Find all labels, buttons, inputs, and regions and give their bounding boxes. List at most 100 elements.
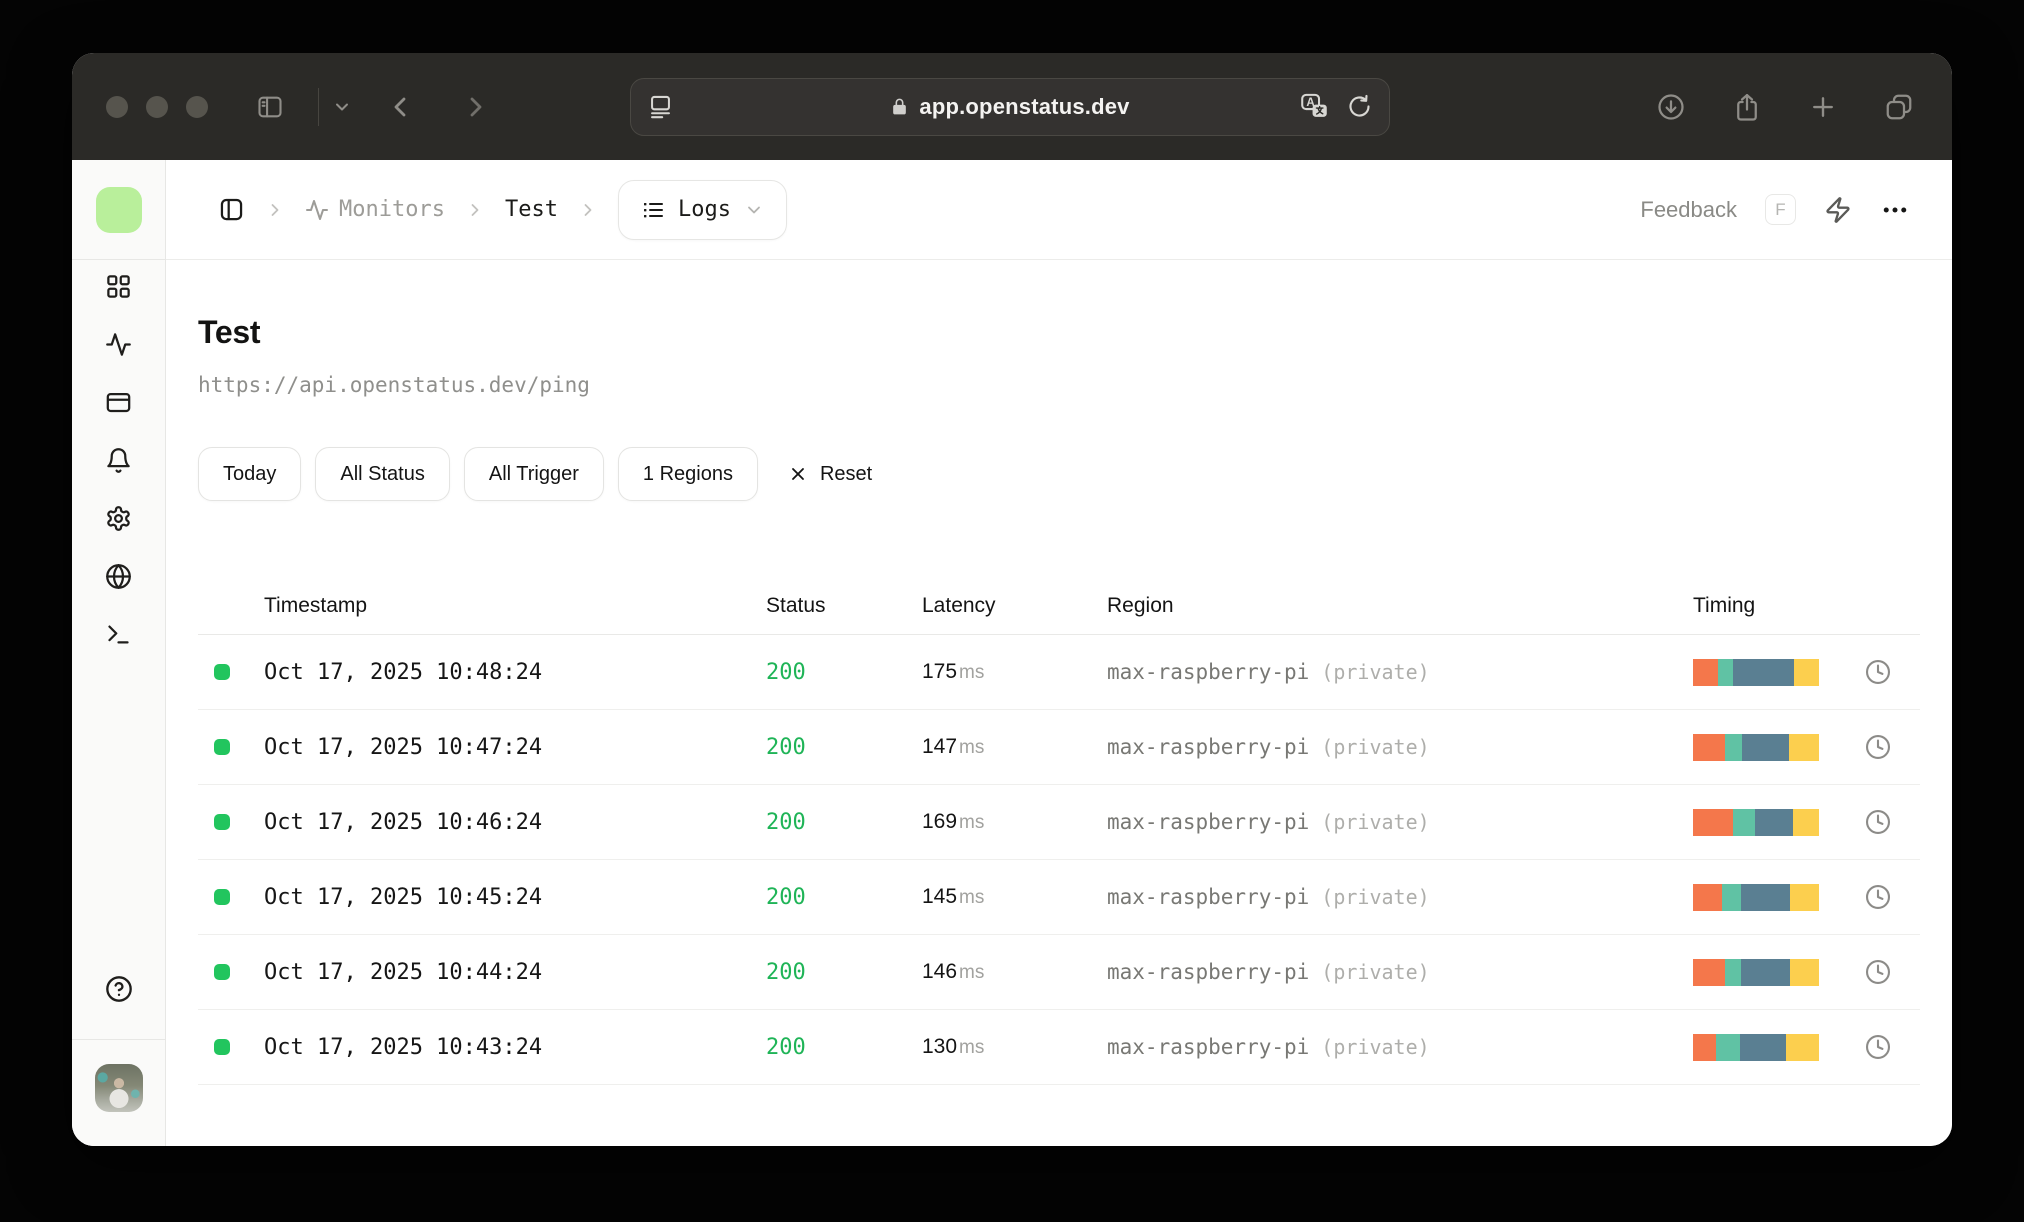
timing-bar [1693, 808, 1819, 836]
chevron-down-icon[interactable] [332, 97, 352, 117]
view-switcher-label: Logs [677, 197, 731, 222]
status-dot [214, 964, 230, 980]
translate-icon[interactable]: A [1299, 91, 1330, 122]
bell-icon[interactable] [105, 447, 132, 474]
browser-window: app.openstatus.dev A Monitors Test Logs … [72, 53, 1952, 1146]
filter-bar: Today All Status All Trigger 1 Regions R… [198, 447, 1920, 501]
log-row[interactable]: Oct 17, 2025 10:46:24 200 169 ms max-rasp… [198, 785, 1920, 860]
column-status[interactable]: Status [766, 594, 922, 618]
reader-icon[interactable] [647, 93, 674, 120]
log-timestamp: Oct 17, 2025 10:46:24 [264, 809, 543, 835]
filter-regions-button[interactable]: 1 Regions [617, 447, 758, 501]
panel-toggle-icon[interactable] [218, 196, 245, 223]
column-region[interactable]: Region [1107, 594, 1693, 618]
help-icon[interactable] [105, 975, 133, 1003]
timing-segment [1790, 958, 1819, 986]
sidebar-divider [72, 1039, 165, 1040]
app-frame: Monitors Test Logs Feedback F Test https… [72, 160, 1952, 1146]
log-timestamp: Oct 17, 2025 10:43:24 [264, 1034, 543, 1060]
log-row[interactable]: Oct 17, 2025 10:47:24 200 147 ms max-rasp… [198, 710, 1920, 785]
close-window-icon[interactable] [106, 95, 128, 118]
log-row[interactable]: Oct 17, 2025 10:45:24 200 145 ms max-rasp… [198, 860, 1920, 935]
log-row[interactable]: Oct 17, 2025 10:43:24 200 130 ms max-rasp… [198, 1010, 1920, 1085]
activity-icon[interactable] [105, 331, 132, 358]
log-latency: 130 ms [922, 1035, 985, 1058]
workspace-avatar[interactable] [95, 186, 142, 233]
timing-segment [1693, 958, 1725, 986]
filter-date-button[interactable]: Today [198, 447, 302, 501]
log-latency: 169 ms [922, 810, 985, 833]
tabs-icon[interactable] [1884, 92, 1914, 122]
breadcrumb-test[interactable]: Test [505, 197, 558, 222]
log-status-code: 200 [766, 959, 806, 985]
traffic-lights [106, 95, 208, 118]
column-timestamp[interactable]: Timestamp [264, 594, 766, 618]
timing-segment [1786, 1033, 1819, 1061]
log-latency: 147 ms [922, 735, 985, 758]
timing-segment [1754, 808, 1793, 836]
timing-segment [1792, 808, 1819, 836]
filter-status-button[interactable]: All Status [315, 447, 450, 501]
browser-titlebar: app.openstatus.dev A [72, 53, 1952, 160]
reload-icon[interactable] [1346, 93, 1373, 120]
terminal-icon[interactable] [105, 621, 132, 648]
timing-bar [1693, 958, 1819, 986]
zap-icon[interactable] [1824, 196, 1852, 224]
breadcrumb-monitors[interactable]: Monitors [305, 197, 445, 222]
column-latency[interactable]: Latency [922, 594, 1107, 618]
status-dot [214, 664, 230, 680]
address-text: app.openstatus.dev [919, 93, 1130, 119]
address-bar[interactable]: app.openstatus.dev A [630, 77, 1390, 136]
log-region: max-raspberry-pi (private) [1107, 960, 1430, 984]
forward-icon[interactable] [460, 91, 492, 123]
log-status-code: 200 [766, 809, 806, 835]
zoom-window-icon[interactable] [186, 95, 208, 118]
log-timestamp: Oct 17, 2025 10:47:24 [264, 734, 543, 760]
clock-icon[interactable] [1864, 808, 1892, 836]
status-dot [214, 814, 230, 830]
sidebar-toggle-icon[interactable] [256, 93, 284, 121]
log-rows: Oct 17, 2025 10:48:24 200 175 ms max-rasp… [198, 635, 1920, 1085]
workspace-section [72, 160, 165, 260]
share-icon[interactable] [1732, 92, 1762, 122]
view-switcher-button[interactable]: Logs [617, 179, 787, 240]
logs-table: Timestamp Status Latency Region Timing O… [198, 577, 1920, 1085]
timing-bar [1693, 1033, 1819, 1061]
status-dot [214, 889, 230, 905]
more-options-icon[interactable] [1880, 195, 1910, 225]
activity-icon [306, 199, 328, 220]
app-header: Monitors Test Logs Feedback F [166, 160, 1952, 260]
clock-icon[interactable] [1864, 958, 1892, 986]
clock-icon[interactable] [1864, 883, 1892, 911]
feedback-button[interactable]: Feedback [1640, 197, 1737, 223]
clock-icon[interactable] [1864, 658, 1892, 686]
grid-icon[interactable] [105, 273, 132, 300]
status-page-icon[interactable] [105, 389, 132, 416]
download-icon[interactable] [1656, 92, 1686, 122]
status-dot [214, 1039, 230, 1055]
feedback-shortcut-badge: F [1765, 194, 1796, 225]
user-avatar[interactable] [94, 1064, 143, 1112]
app-sidebar [72, 160, 166, 1146]
clock-icon[interactable] [1864, 1033, 1892, 1061]
log-row[interactable]: Oct 17, 2025 10:44:24 200 146 ms max-rasp… [198, 935, 1920, 1010]
timing-segment [1724, 958, 1741, 986]
filter-trigger-button[interactable]: All Trigger [463, 447, 604, 501]
log-region: max-raspberry-pi (private) [1107, 810, 1430, 834]
minimize-window-icon[interactable] [146, 95, 168, 118]
reset-filters-button[interactable]: Reset [788, 463, 872, 486]
log-row[interactable]: Oct 17, 2025 10:48:24 200 175 ms max-rasp… [198, 635, 1920, 710]
clock-icon[interactable] [1864, 733, 1892, 761]
timing-segment [1693, 658, 1719, 686]
new-tab-icon[interactable] [1808, 92, 1838, 122]
timing-segment [1733, 808, 1755, 836]
globe-icon[interactable] [105, 563, 132, 590]
timing-segment [1693, 808, 1734, 836]
settings-icon[interactable] [105, 505, 132, 532]
back-icon[interactable] [384, 91, 416, 123]
log-status-code: 200 [766, 659, 806, 685]
close-icon [788, 464, 808, 484]
timing-bar [1693, 658, 1819, 686]
column-timing[interactable]: Timing [1693, 594, 1850, 618]
log-latency: 145 ms [922, 885, 985, 908]
